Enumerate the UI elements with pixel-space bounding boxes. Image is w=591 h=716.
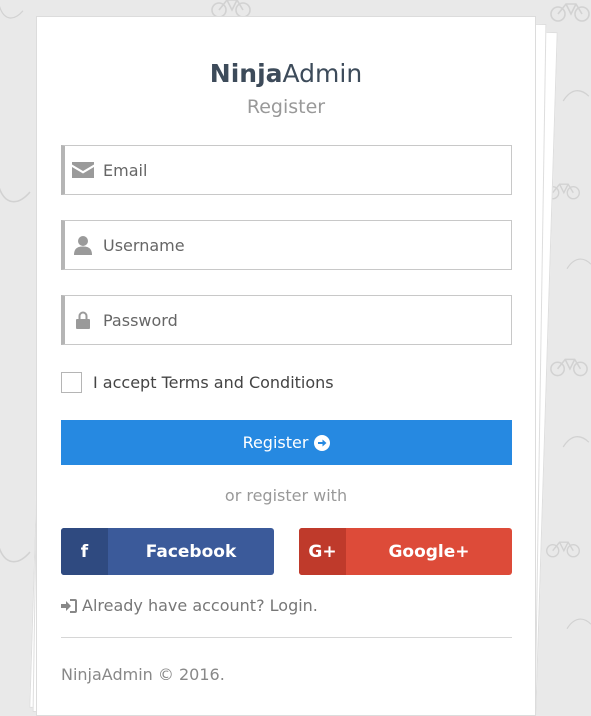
arrow-circle-right-icon [314,434,331,451]
squiggle-pattern-icon [0,547,31,563]
google-plus-button[interactable]: G+ Google+ [299,528,512,575]
email-input[interactable] [101,146,511,194]
squiggle-pattern-icon [0,5,24,19]
password-input[interactable] [101,296,511,344]
squiggle-pattern-icon [566,258,591,270]
sign-in-icon [61,598,77,613]
facebook-button[interactable]: f Facebook [61,528,274,575]
squiggle-pattern-icon [566,618,591,630]
lock-icon [65,311,101,329]
terms-checkbox[interactable] [61,372,82,393]
bike-pattern-icon [546,541,580,558]
envelope-icon [65,162,101,178]
username-field [61,220,512,270]
footer-copyright: NinjaAdmin © 2016. [61,665,225,684]
google-plus-icon: G+ [299,528,346,575]
squiggle-pattern-icon [0,187,31,203]
facebook-label: Facebook [145,541,237,562]
or-register-with: or register with [224,486,348,505]
email-field [61,145,512,195]
terms-label: I accept Terms and Conditions [93,373,334,392]
username-input[interactable] [101,221,511,269]
login-link[interactable]: Already have account? Login. [61,596,318,615]
bike-pattern-icon [550,3,590,22]
terms-row[interactable]: I accept Terms and Conditions [61,372,334,393]
brand-bold: Ninja [209,59,283,88]
google-plus-label: Google+ [388,541,470,562]
user-icon [65,235,101,255]
register-button-label: Register [242,433,309,452]
squiggle-pattern-icon [562,90,590,102]
bike-pattern-icon [550,358,588,377]
divider [61,637,512,638]
login-link-label: Already have account? Login. [82,596,318,615]
squiggle-pattern-icon [562,436,590,448]
register-card: NinjaAdmin Register I accept Terms and C… [36,16,536,716]
password-field [61,295,512,345]
brand-light: Admin [282,59,363,88]
page-title: Register [246,96,326,118]
facebook-icon: f [61,528,108,575]
register-button[interactable]: Register [61,420,512,465]
brand-logo: NinjaAdmin [37,61,535,86]
